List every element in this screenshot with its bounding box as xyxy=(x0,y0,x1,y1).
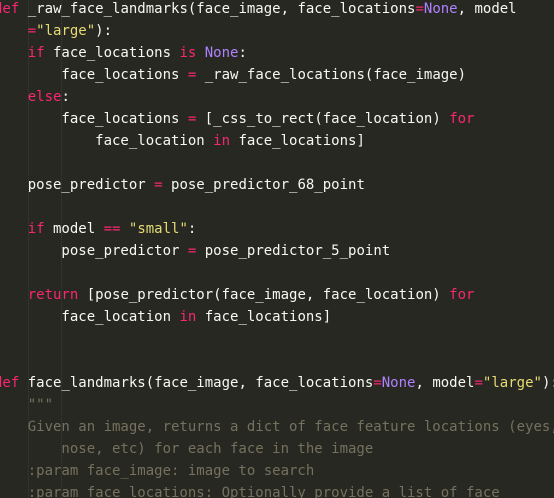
string-token: "small" xyxy=(128,221,188,237)
code-token: ): xyxy=(95,23,113,39)
code-token: face_locations xyxy=(44,45,180,61)
code-token: face_location xyxy=(0,133,214,149)
code-line: else: xyxy=(0,86,554,108)
keyword-token: if xyxy=(27,45,45,61)
indent-guide xyxy=(61,0,63,498)
comment-token: """ xyxy=(27,397,54,413)
code-line: ="large"): xyxy=(0,20,554,42)
code-line: nose, etc) for each face in the image xyxy=(0,438,554,460)
keyword-token: else xyxy=(27,89,62,105)
keyword-token: in xyxy=(179,309,197,325)
code-line: def _raw_face_landmarks(face_image, face… xyxy=(0,0,554,20)
code-token: : xyxy=(187,221,197,237)
keyword-token: if xyxy=(27,221,45,237)
keyword-token: is xyxy=(179,45,197,61)
operator-token: = xyxy=(27,23,37,39)
code-editor[interactable]: def _raw_face_landmarks(face_image, face… xyxy=(0,0,554,498)
operator-token: == xyxy=(103,221,121,237)
code-token: model xyxy=(44,221,104,237)
operator-token: = xyxy=(474,375,483,391)
code-line: pose_predictor = pose_predictor_5_point xyxy=(0,240,554,262)
comment-token: Given an image, returns a dict of face f… xyxy=(0,419,554,435)
code-line: def face_landmarks(face_image, face_loca… xyxy=(0,372,554,394)
code-line: face_location in face_locations] xyxy=(0,306,554,328)
code-token: [_css_to_rect(face_location) xyxy=(196,111,450,127)
code-token: _raw_face_landmarks(face_image, face_loc… xyxy=(19,1,416,17)
code-token: face_locations] xyxy=(230,133,365,149)
code-line: Given an image, returns a dict of face f… xyxy=(0,416,554,438)
comment-token: :param face_image: image to search xyxy=(0,463,315,479)
code-line: """ xyxy=(0,394,554,416)
operator-token: = xyxy=(373,375,382,391)
code-token: [pose_predictor(face_image, face_locatio… xyxy=(78,287,450,303)
keyword-token: def xyxy=(0,1,20,17)
comment-token: nose, etc) for each face in the image xyxy=(0,441,374,457)
code-line: :param face_image: image to search xyxy=(0,460,554,482)
code-token: _raw_face_locations(face_image) xyxy=(196,67,467,83)
code-token: : xyxy=(61,89,70,105)
constant-token: None xyxy=(381,375,416,391)
keyword-token: in xyxy=(213,133,231,149)
code-token: : xyxy=(238,45,247,61)
code-view[interactable]: def _raw_face_landmarks(face_image, face… xyxy=(0,0,554,498)
code-token: face_locations] xyxy=(196,309,332,325)
code-token: , model xyxy=(415,375,475,391)
indent-guide xyxy=(27,0,29,498)
constant-token: None xyxy=(423,1,458,17)
code-line: if face_locations is None: xyxy=(0,42,554,64)
code-line: :param face_locations: Optionally provid… xyxy=(0,482,554,498)
keyword-token: return xyxy=(27,287,79,303)
code-token: pose_predictor_5_point xyxy=(196,243,391,259)
comment-token: :param face_locations: Optionally provid… xyxy=(0,485,500,498)
code-line: if model == "small": xyxy=(0,218,554,240)
code-token: , model xyxy=(457,1,517,17)
code-line: face_locations = [_css_to_rect(face_loca… xyxy=(0,108,554,130)
keyword-token: for xyxy=(449,111,475,127)
string-token: "large" xyxy=(36,23,96,39)
code-line: face_location in face_locations] xyxy=(0,130,554,152)
code-line: return [pose_predictor(face_image, face_… xyxy=(0,284,554,306)
operator-token: = xyxy=(415,1,424,17)
code-line: pose_predictor = pose_predictor_68_point xyxy=(0,174,554,196)
operator-token: = xyxy=(154,177,163,193)
code-token: pose_predictor_68_point xyxy=(162,177,365,193)
keyword-token: def xyxy=(0,375,20,391)
code-token: face_landmarks(face_image, face_location… xyxy=(19,375,374,391)
keyword-token: for xyxy=(449,287,475,303)
string-token: "large" xyxy=(482,375,542,391)
code-token: ): xyxy=(541,375,554,391)
code-line: face_locations = _raw_face_locations(fac… xyxy=(0,64,554,86)
constant-token: None xyxy=(204,45,239,61)
code-token: pose_predictor xyxy=(0,177,155,193)
